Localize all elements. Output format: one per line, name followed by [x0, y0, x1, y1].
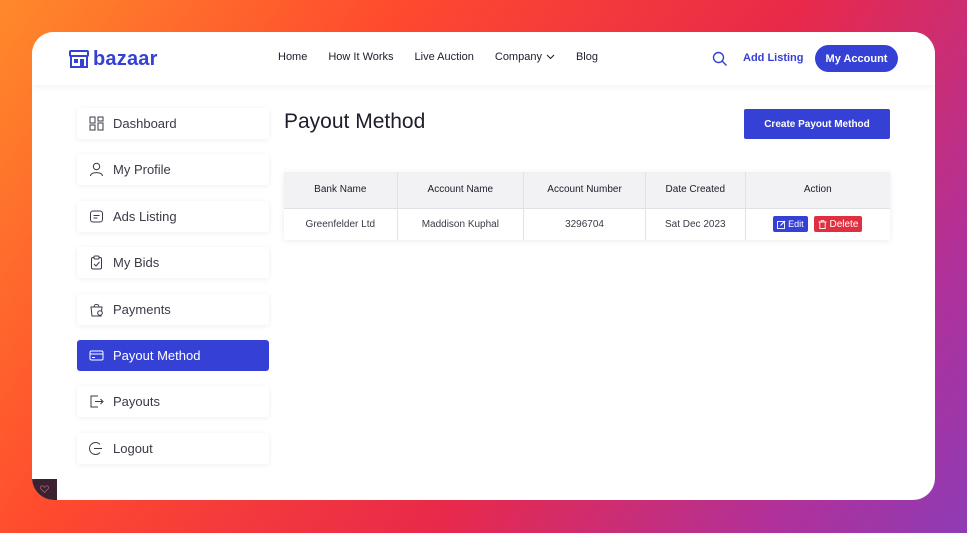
brand-logo[interactable]: bazaar	[69, 46, 158, 72]
corner-widget[interactable]	[32, 479, 57, 500]
add-listing-link[interactable]: Add Listing	[743, 52, 804, 64]
sidebar-item-label: My Profile	[113, 162, 171, 178]
column-header: Bank Name	[284, 172, 398, 208]
column-header: Date Created	[645, 172, 746, 208]
sidebar: Dashboard My Profile Ads Listing My Bids…	[77, 108, 269, 479]
search-icon[interactable]	[712, 51, 728, 67]
sidebar-item-payments[interactable]: Payments	[77, 293, 269, 325]
cell-bank-name: Greenfelder Ltd	[284, 207, 398, 240]
sidebar-item-label: Payout Method	[113, 347, 201, 363]
sidebar-item-label: Ads Listing	[113, 208, 177, 224]
cell-account-number: 3296704	[523, 207, 647, 240]
cell-action: Edit Delete	[745, 207, 890, 240]
sidebar-item-my-profile[interactable]: My Profile	[77, 154, 269, 186]
table-row: Greenfelder Ltd Maddison Kuphal 3296704 …	[284, 207, 890, 240]
sidebar-item-payouts[interactable]: Payouts	[77, 386, 269, 418]
brand-name: bazaar	[93, 47, 158, 70]
app-window: bazaar Home How It Works Live Auction Co…	[32, 32, 935, 500]
clipboard-icon	[91, 255, 102, 270]
sidebar-item-dashboard[interactable]: Dashboard	[77, 108, 269, 139]
nav-blog[interactable]: Blog	[576, 51, 598, 63]
main-nav: Home How It Works Live Auction Company B…	[278, 51, 619, 63]
bag-icon	[90, 303, 103, 317]
column-header: Action	[745, 172, 890, 208]
nav-home[interactable]: Home	[278, 51, 307, 63]
cell-date-created: Sat Dec 2023	[645, 207, 746, 240]
sidebar-item-label: Logout	[113, 440, 153, 456]
nav-live-auction[interactable]: Live Auction	[415, 51, 474, 63]
create-payout-method-button[interactable]: Create Payout Method	[744, 109, 890, 139]
heart-icon	[40, 485, 49, 493]
my-account-button[interactable]: My Account	[815, 45, 898, 72]
nav-how-it-works[interactable]: How It Works	[328, 51, 393, 63]
edit-button[interactable]: Edit	[773, 216, 808, 233]
table-header-row: Bank Name Account Name Account Number Da…	[284, 172, 890, 208]
cell-account-name: Maddison Kuphal	[397, 207, 525, 240]
dashboard-icon	[89, 116, 104, 131]
column-header: Account Number	[523, 172, 647, 208]
column-header: Account Name	[397, 172, 525, 208]
trash-icon	[818, 219, 827, 229]
sidebar-item-label: Payouts	[113, 394, 160, 410]
sidebar-item-label: My Bids	[113, 255, 160, 271]
delete-button-label: Delete	[829, 218, 859, 230]
nav-company[interactable]: Company	[495, 51, 555, 63]
payout-methods-table: Bank Name Account Name Account Number Da…	[284, 172, 890, 240]
sidebar-item-label: Payments	[113, 301, 171, 317]
user-icon	[90, 163, 103, 177]
nav-company-label: Company	[494, 51, 542, 63]
page-title: Payout Method	[284, 110, 426, 133]
sidebar-item-my-bids[interactable]: My Bids	[77, 247, 269, 279]
ads-icon	[90, 210, 103, 223]
sidebar-item-payout-method[interactable]: Payout Method	[77, 339, 269, 371]
edit-icon	[777, 220, 786, 229]
edit-button-label: Edit	[788, 219, 804, 230]
export-icon	[90, 395, 104, 408]
logout-icon	[89, 441, 102, 455]
delete-button[interactable]: Delete	[814, 216, 863, 233]
sidebar-item-ads-listing[interactable]: Ads Listing	[77, 200, 269, 232]
top-header: bazaar Home How It Works Live Auction Co…	[32, 32, 935, 85]
storefront-icon	[69, 50, 89, 68]
sidebar-item-logout[interactable]: Logout	[77, 432, 269, 464]
card-icon	[89, 350, 104, 361]
chevron-down-icon	[546, 54, 555, 60]
sidebar-item-label: Dashboard	[113, 116, 177, 131]
